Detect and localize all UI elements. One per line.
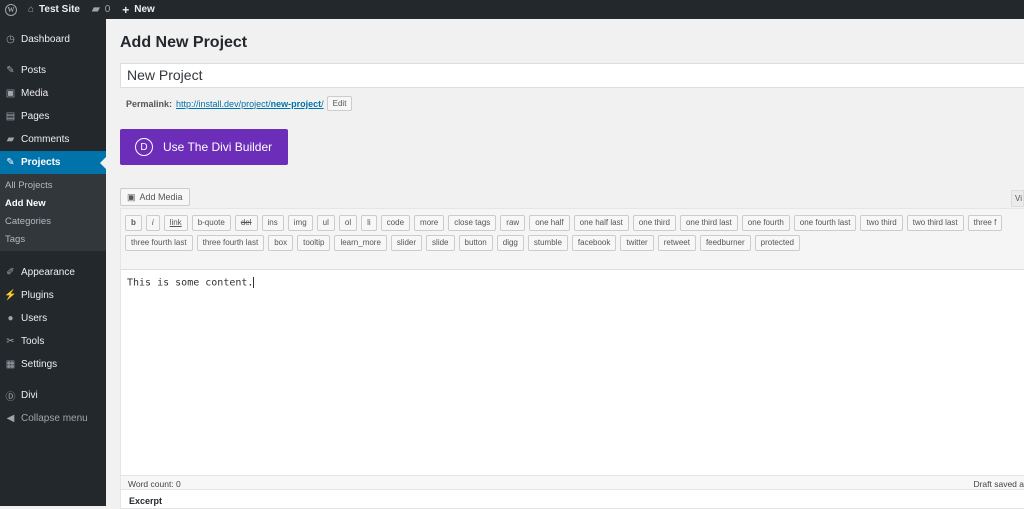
permalink-row: Permalink: http://install.dev/project/ne… <box>126 96 353 111</box>
pin-icon: ✎ <box>6 157 15 168</box>
quicktag-button[interactable]: button <box>458 235 493 251</box>
quicktag-button[interactable]: code <box>380 215 411 231</box>
quicktag-button[interactable]: one half <box>529 215 570 231</box>
quicktag-button[interactable]: ins <box>261 215 284 231</box>
sidebar-item-users[interactable]: ● Users <box>0 307 106 330</box>
quicktag-button[interactable]: raw <box>500 215 526 231</box>
quicktag-button[interactable]: slider <box>390 235 423 251</box>
permalink-label: Permalink: <box>126 98 173 109</box>
draft-saved-status: Draft saved a <box>973 478 1024 489</box>
quicktag-button[interactable]: del <box>234 215 258 231</box>
divi-icon: Ⓓ <box>5 392 16 403</box>
quicktag-button[interactable]: two third last <box>906 215 964 231</box>
quicktag-button[interactable]: b <box>125 215 142 231</box>
text-cursor <box>253 277 255 288</box>
divi-icon: D <box>135 138 153 156</box>
quicktag-button[interactable]: close tags <box>448 215 497 231</box>
user-icon: ● <box>7 313 14 324</box>
quicktag-button[interactable]: protected <box>754 235 800 251</box>
quicktag-button[interactable]: ol <box>338 215 358 231</box>
toolbar-row-1: b i link b-quote del ins img ul ol li code more clos… <box>125 215 1024 234</box>
content-textarea[interactable]: This is some content. <box>121 270 1024 470</box>
pages-icon: ▤ <box>5 111 16 122</box>
submenu-add-new[interactable]: Add New <box>0 195 106 213</box>
dashboard-icon: ◷ <box>6 34 15 45</box>
quicktag-button[interactable]: one third last <box>679 215 738 231</box>
sidebar-item-posts[interactable]: ✎ Posts <box>0 59 106 82</box>
collapse-menu-button[interactable]: ◀ Collapse menu <box>0 407 106 430</box>
plug-icon: ⚡ <box>4 290 17 301</box>
sidebar-item-plugins[interactable]: ⚡ Plugins <box>0 284 106 307</box>
quicktag-button[interactable]: ul <box>316 215 335 231</box>
quicktag-button[interactable]: learn_more <box>334 235 387 251</box>
projects-submenu: All Projects Add New Categories Tags <box>0 174 106 251</box>
post-title-input[interactable]: New Project <box>120 63 1024 88</box>
sidebar-item-settings[interactable]: ▦ Settings <box>0 353 106 376</box>
excerpt-box-title[interactable]: Excerpt <box>120 489 1024 509</box>
quicktag-button[interactable]: slide <box>426 235 455 251</box>
permalink-link[interactable]: http://install.dev/project/new-project/ <box>176 99 324 109</box>
admin-bar: W ⌂ Test Site ▰ 0 + New <box>0 0 1024 19</box>
quicktag-button[interactable]: one fourth <box>741 215 790 231</box>
quicktag-button[interactable]: three fourth last <box>196 235 265 251</box>
plus-icon: + <box>122 2 130 17</box>
sidebar-item-dashboard[interactable]: ◷ Dashboard <box>0 28 106 51</box>
tab-visual[interactable]: Vi <box>1011 190 1024 207</box>
home-icon: ⌂ <box>28 4 35 15</box>
quicktag-button[interactable]: retweet <box>657 235 696 251</box>
quicktag-button[interactable]: one fourth last <box>793 215 857 231</box>
submenu-all-projects[interactable]: All Projects <box>0 177 106 195</box>
quicktag-button[interactable]: one third <box>632 215 676 231</box>
wrench-icon: ✂ <box>6 336 15 347</box>
word-count: Word count: 0 <box>128 478 181 489</box>
sidebar-item-appearance[interactable]: ✐ Appearance <box>0 261 106 284</box>
quicktag-button[interactable]: tooltip <box>297 235 331 251</box>
pin-icon: ✎ <box>6 65 15 76</box>
quicktag-button[interactable]: twitter <box>620 235 654 251</box>
quicktag-button[interactable]: more <box>414 215 445 231</box>
comments-link[interactable]: ▰ 0 <box>86 0 116 19</box>
toolbar-row-2: three fourth last three fourth last box too… <box>125 235 1024 254</box>
quicktag-button[interactable]: three fourth last <box>125 235 193 251</box>
new-content-link[interactable]: + New <box>116 0 161 19</box>
quicktag-button[interactable]: img <box>287 215 313 231</box>
content-editor: b i link b-quote del ins img ul ol li code more clos… <box>120 208 1024 492</box>
brush-icon: ✐ <box>6 267 15 278</box>
submenu-tags[interactable]: Tags <box>0 231 106 249</box>
quicktag-button[interactable]: link <box>163 215 188 231</box>
quicktag-button[interactable]: b-quote <box>191 215 231 231</box>
site-name-link[interactable]: ⌂ Test Site <box>22 0 86 19</box>
main-content: Add New Project New Project Permalink: h… <box>106 19 1024 509</box>
quicktag-button[interactable]: two third <box>860 215 903 231</box>
edit-permalink-button[interactable]: Edit <box>326 96 353 111</box>
sidebar-item-divi[interactable]: Ⓓ Divi <box>0 384 106 407</box>
add-media-button[interactable]: ▣ Add Media <box>120 188 190 206</box>
sidebar-item-media[interactable]: ▣ Media <box>0 82 106 105</box>
sidebar-item-projects[interactable]: ✎ Projects <box>0 151 106 174</box>
quicktag-button[interactable]: feedburner <box>699 235 751 251</box>
sidebar-item-comments[interactable]: ▰ Comments <box>0 128 106 151</box>
submenu-categories[interactable]: Categories <box>0 213 106 231</box>
media-icon: ▣ <box>127 191 136 202</box>
quicktag-button[interactable]: one half last <box>573 215 629 231</box>
quicktag-button[interactable]: i <box>145 215 160 231</box>
comment-icon: ▰ <box>6 134 15 145</box>
comment-icon: ▰ <box>91 4 100 15</box>
quicktag-button[interactable]: box <box>268 235 294 251</box>
collapse-arrow-icon: ◀ <box>6 413 15 424</box>
quicktag-button[interactable]: li <box>361 215 377 231</box>
divi-builder-button[interactable]: D Use The Divi Builder <box>120 129 288 165</box>
quicktag-button[interactable]: three f <box>967 215 1003 231</box>
sidebar-item-pages[interactable]: ▤ Pages <box>0 105 106 128</box>
wordpress-logo-icon[interactable]: W <box>0 0 22 19</box>
quicktag-button[interactable]: stumble <box>527 235 568 251</box>
page-title: Add New Project <box>120 34 248 51</box>
sidebar-item-tools[interactable]: ✂ Tools <box>0 330 106 353</box>
settings-icon: ▦ <box>5 359 16 370</box>
quicktag-button[interactable]: facebook <box>571 235 617 251</box>
admin-sidebar: ◷ Dashboard ✎ Posts ▣ Media ▤ Pages ▰ Comment… <box>0 19 106 506</box>
quicktags-toolbar: b i link b-quote del ins img ul ol li code more clos… <box>121 209 1024 270</box>
quicktag-button[interactable]: digg <box>496 235 524 251</box>
media-icon: ▣ <box>5 88 16 99</box>
